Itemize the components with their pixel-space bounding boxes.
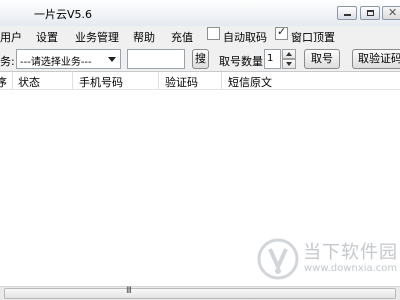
close-icon: ✕ (388, 6, 398, 19)
watermark-url: www.downxia.com (304, 263, 398, 274)
column-header-sms-text[interactable]: 短信原文 (228, 74, 272, 90)
count-increment-button[interactable] (282, 49, 296, 59)
minimize-icon (344, 14, 351, 16)
auto-fetch-checkbox[interactable] (207, 27, 220, 40)
count-value: 1 (267, 53, 274, 64)
column-header-phone[interactable]: 手机号码 (79, 74, 123, 90)
take-number-button[interactable]: 取号 (304, 49, 340, 69)
horizontal-scrollbar[interactable]: III (0, 286, 400, 300)
menu-user[interactable]: 用户 (0, 29, 22, 45)
menu-help[interactable]: 帮助 (133, 29, 155, 45)
menu-business-management[interactable]: 业务管理 (75, 29, 119, 45)
checkmark-icon: ✓ (277, 25, 287, 38)
scrollbar-grip-icon: III (126, 286, 132, 296)
watermark-logo-icon (257, 238, 299, 280)
auto-fetch-label[interactable]: 自动取码 (223, 29, 267, 45)
menu-settings[interactable]: 设置 (36, 29, 58, 45)
search-input[interactable] (127, 49, 185, 69)
menu-bar (0, 26, 400, 44)
minimize-button[interactable] (337, 6, 357, 20)
get-code-button[interactable]: 取验证码 (352, 49, 400, 69)
column-divider[interactable] (12, 72, 13, 89)
maximize-button[interactable] (360, 6, 380, 20)
column-header-code[interactable]: 验证码 (165, 74, 198, 90)
chevron-down-icon (286, 62, 292, 66)
app-window: 一片云V5.6 ✕ 用户 设置 业务管理 帮助 充值 自动取码 ✓ 窗口顶置 务… (0, 0, 400, 300)
chevron-up-icon (286, 52, 292, 56)
count-input[interactable]: 1 (264, 49, 281, 69)
service-label: 务: (0, 55, 15, 68)
column-divider[interactable] (72, 72, 73, 89)
title-bar: 一片云V5.6 ✕ (0, 0, 400, 26)
topmost-checkbox[interactable]: ✓ (275, 25, 288, 40)
topmost-label[interactable]: 窗口顶置 (291, 29, 335, 45)
column-header-status[interactable]: 状态 (18, 74, 40, 90)
service-select[interactable]: ---请选择业务--- (16, 49, 121, 69)
close-button[interactable]: ✕ (382, 6, 400, 20)
maximize-icon (367, 10, 374, 16)
service-select-value: ---请选择业务--- (20, 57, 92, 68)
dropdown-arrow-icon (108, 57, 116, 62)
scrollbar-thumb[interactable]: III (4, 286, 396, 299)
column-divider[interactable] (158, 72, 159, 89)
search-button[interactable]: 搜 (192, 49, 209, 69)
count-label: 取号数量: (219, 55, 267, 68)
count-decrement-button[interactable] (282, 59, 296, 69)
window-title: 一片云V5.6 (34, 8, 93, 21)
watermark-text: 当下软件园 (303, 242, 398, 263)
column-header-index[interactable]: 序 (0, 74, 7, 90)
list-header: 序 状态 手机号码 验证码 短信原文 (0, 72, 400, 90)
menu-recharge[interactable]: 充值 (171, 29, 193, 45)
count-spinner (282, 49, 296, 69)
column-divider[interactable] (221, 72, 222, 89)
